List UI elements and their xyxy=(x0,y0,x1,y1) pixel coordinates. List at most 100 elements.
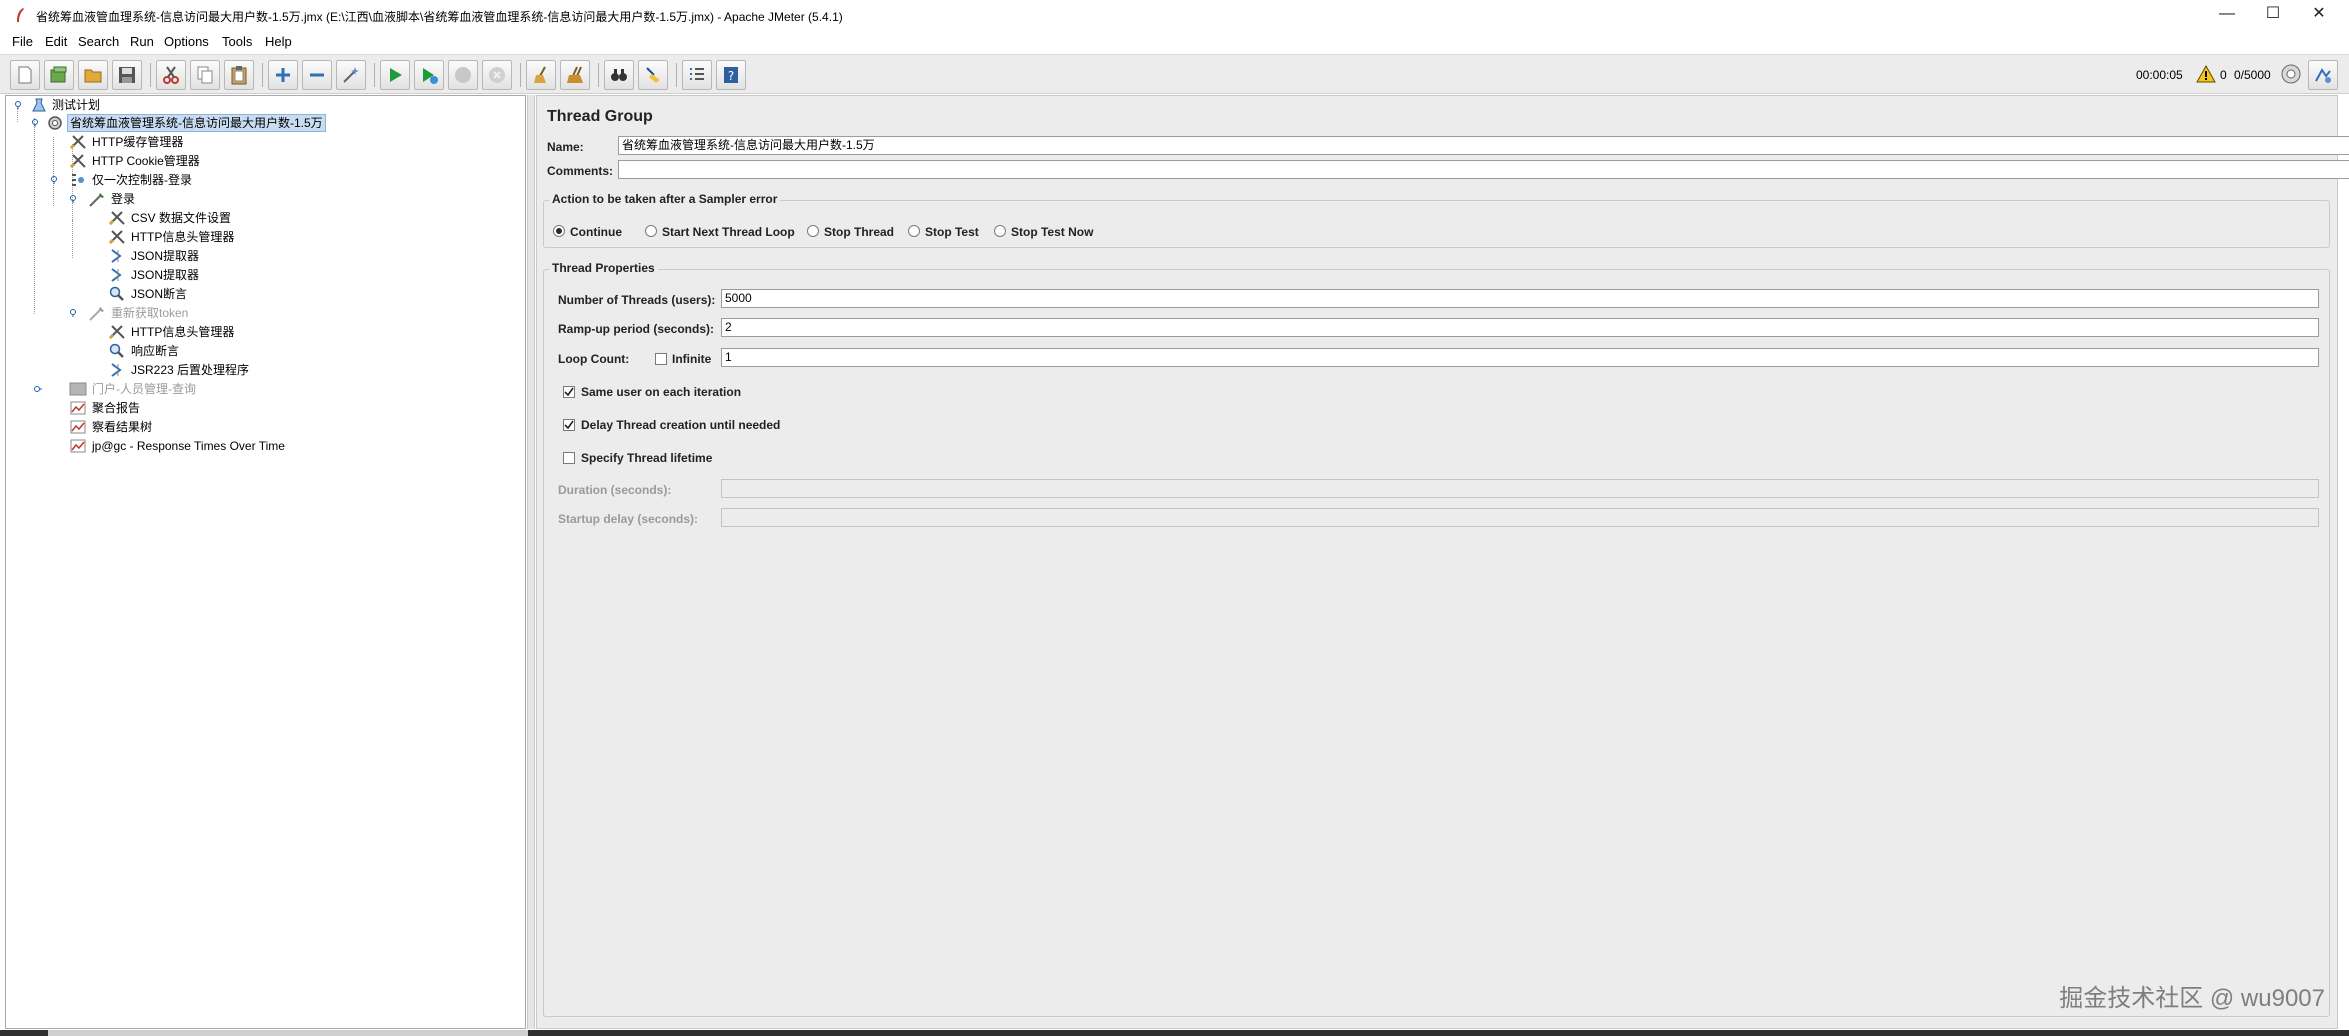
specify-lifetime-label[interactable]: Specify Thread lifetime xyxy=(581,451,712,465)
new-button[interactable] xyxy=(10,60,40,90)
delay-thread-creation-checkbox[interactable] xyxy=(563,419,575,431)
menu-bar: File Edit Search Run Options Tools Help xyxy=(0,30,2349,54)
expand-handle-icon[interactable] xyxy=(34,385,42,393)
delay-thread-creation-label[interactable]: Delay Thread creation until needed xyxy=(581,418,780,432)
menu-file[interactable]: File xyxy=(12,34,33,49)
expand-all-button[interactable] xyxy=(268,60,298,90)
tree-node-label: 测试计划 xyxy=(52,98,101,112)
pipette-sampler-icon xyxy=(89,193,104,207)
collapse-handle-icon[interactable] xyxy=(69,309,77,317)
continue-label[interactable]: Continue xyxy=(570,225,622,239)
collapse-handle-icon[interactable] xyxy=(50,176,58,184)
stop-button[interactable] xyxy=(448,60,478,90)
cut-button[interactable] xyxy=(156,60,186,90)
minimize-button[interactable]: — xyxy=(2204,0,2250,30)
close-button[interactable]: ✕ xyxy=(2296,0,2342,30)
threads-field[interactable]: 5000 xyxy=(721,289,2319,308)
help-book-icon: ? xyxy=(724,67,738,83)
sampler-error-title: Action to be taken after a Sampler error xyxy=(549,192,781,206)
stop-test-radio[interactable] xyxy=(908,225,920,237)
infinite-checkbox[interactable] xyxy=(655,353,667,365)
pipette-sampler-icon xyxy=(89,307,104,321)
menu-options[interactable]: Options xyxy=(164,34,209,49)
same-user-checkbox[interactable] xyxy=(563,386,575,398)
tree-node-refresh-token-sampler[interactable]: 重新获取token xyxy=(6,304,521,322)
tree-node-view-results-tree[interactable]: 察看结果树 xyxy=(6,418,521,436)
tree-node-label: JSR223 后置处理程序 xyxy=(131,363,250,377)
templates-icon xyxy=(50,66,67,83)
reset-search-button[interactable] xyxy=(638,60,668,90)
collapse-handle-icon[interactable] xyxy=(14,101,22,109)
menu-edit[interactable]: Edit xyxy=(45,34,67,49)
tree-node-json-extractor[interactable]: JSON提取器 xyxy=(6,266,521,284)
function-helper-button[interactable] xyxy=(682,60,712,90)
warning-icon[interactable] xyxy=(2196,65,2216,83)
collapse-handle-icon[interactable] xyxy=(69,195,77,203)
start-next-thread-loop-label[interactable]: Start Next Thread Loop xyxy=(662,225,795,239)
stop-test-label[interactable]: Stop Test xyxy=(925,225,979,239)
startup-delay-field[interactable] xyxy=(721,508,2319,527)
specify-lifetime-checkbox[interactable] xyxy=(563,452,575,464)
save-button[interactable] xyxy=(112,60,142,90)
tree-node-header-manager[interactable]: HTTP信息头管理器 xyxy=(6,228,521,246)
menu-search[interactable]: Search xyxy=(78,34,119,49)
tree-node-test-plan[interactable]: 测试计划 xyxy=(6,96,521,114)
jmeter-feather-icon xyxy=(17,8,24,22)
tree-node-header-manager[interactable]: HTTP信息头管理器 xyxy=(6,323,521,341)
tree-node-json-assertion[interactable]: JSON断言 xyxy=(6,285,521,303)
copy-button[interactable] xyxy=(190,60,220,90)
menu-run[interactable]: Run xyxy=(130,34,154,49)
tree-node-response-times-over-time[interactable]: jp@gc - Response Times Over Time xyxy=(6,437,521,455)
stop-thread-radio[interactable] xyxy=(807,225,819,237)
test-plan-tree[interactable]: 测试计划 省统筹血液管理系统-信息访问最大用户数-1.5万 HTTP缓存管理器 … xyxy=(5,95,526,1029)
tree-node-aggregate-report[interactable]: 聚合报告 xyxy=(6,399,521,417)
collapse-all-button[interactable] xyxy=(302,60,332,90)
tree-node-json-extractor[interactable]: JSON提取器 xyxy=(6,247,521,265)
name-field[interactable]: 省统筹血液管理系统-信息访问最大用户数-1.5万 xyxy=(618,136,2349,155)
clear-all-button[interactable] xyxy=(560,60,590,90)
stop-test-now-radio[interactable] xyxy=(994,225,1006,237)
start-no-pauses-button[interactable] xyxy=(414,60,444,90)
comments-field[interactable] xyxy=(618,160,2349,179)
open-button[interactable] xyxy=(78,60,108,90)
loop-count-field[interactable]: 1 xyxy=(721,348,2319,367)
toggle-button[interactable] xyxy=(336,60,366,90)
start-next-thread-loop-radio[interactable] xyxy=(645,225,657,237)
tree-node-http-cache-manager[interactable]: HTTP缓存管理器 xyxy=(6,133,521,151)
menu-help[interactable]: Help xyxy=(265,34,292,49)
continue-radio[interactable] xyxy=(553,225,565,237)
pane-splitter[interactable] xyxy=(527,95,535,1029)
tree-node-csv-data-set[interactable]: CSV 数据文件设置 xyxy=(6,209,521,227)
shutdown-button[interactable] xyxy=(482,60,512,90)
duration-field[interactable] xyxy=(721,479,2319,498)
paste-button[interactable] xyxy=(224,60,254,90)
tree-node-jsr223-post-processor[interactable]: JSR223 后置处理程序 xyxy=(6,361,521,379)
stop-thread-label[interactable]: Stop Thread xyxy=(824,225,894,239)
tree-node-portal-query[interactable]: 门户-人员管理-查询 xyxy=(6,380,521,398)
start-button[interactable] xyxy=(380,60,410,90)
horizontal-scrollbar[interactable] xyxy=(0,1030,2349,1036)
tree-node-login-sampler[interactable]: 登录 xyxy=(6,190,521,208)
stop-test-now-label[interactable]: Stop Test Now xyxy=(1011,225,1093,239)
templates-button[interactable] xyxy=(44,60,74,90)
tree-node-thread-group[interactable]: 省统筹血液管理系统-信息访问最大用户数-1.5万 xyxy=(6,114,521,132)
menu-tools[interactable]: Tools xyxy=(222,34,252,49)
elapsed-time: 00:00:05 xyxy=(2136,68,2183,82)
tree-node-label: 省统筹血液管理系统-信息访问最大用户数-1.5万 xyxy=(67,114,326,132)
scrollbar-thumb[interactable] xyxy=(48,1030,528,1036)
search-button[interactable] xyxy=(604,60,634,90)
tree-node-once-only-controller[interactable]: 仅一次控制器-登录 xyxy=(6,171,521,189)
tree-node-label: HTTP缓存管理器 xyxy=(92,135,184,149)
help-button[interactable]: ? xyxy=(716,60,746,90)
log-viewer-button[interactable] xyxy=(2308,60,2338,90)
tree-node-http-cookie-manager[interactable]: HTTP Cookie管理器 xyxy=(6,152,521,170)
same-user-label[interactable]: Same user on each iteration xyxy=(581,385,741,399)
collapse-handle-icon[interactable] xyxy=(31,119,39,127)
maximize-button[interactable]: ☐ xyxy=(2250,0,2296,30)
rampup-field[interactable]: 2 xyxy=(721,318,2319,337)
infinite-label[interactable]: Infinite xyxy=(672,352,711,366)
clear-button[interactable] xyxy=(526,60,556,90)
checkmark-icon xyxy=(564,387,574,397)
tree-node-label: 聚合报告 xyxy=(92,401,141,415)
tree-node-response-assertion[interactable]: 响应断言 xyxy=(6,342,521,360)
